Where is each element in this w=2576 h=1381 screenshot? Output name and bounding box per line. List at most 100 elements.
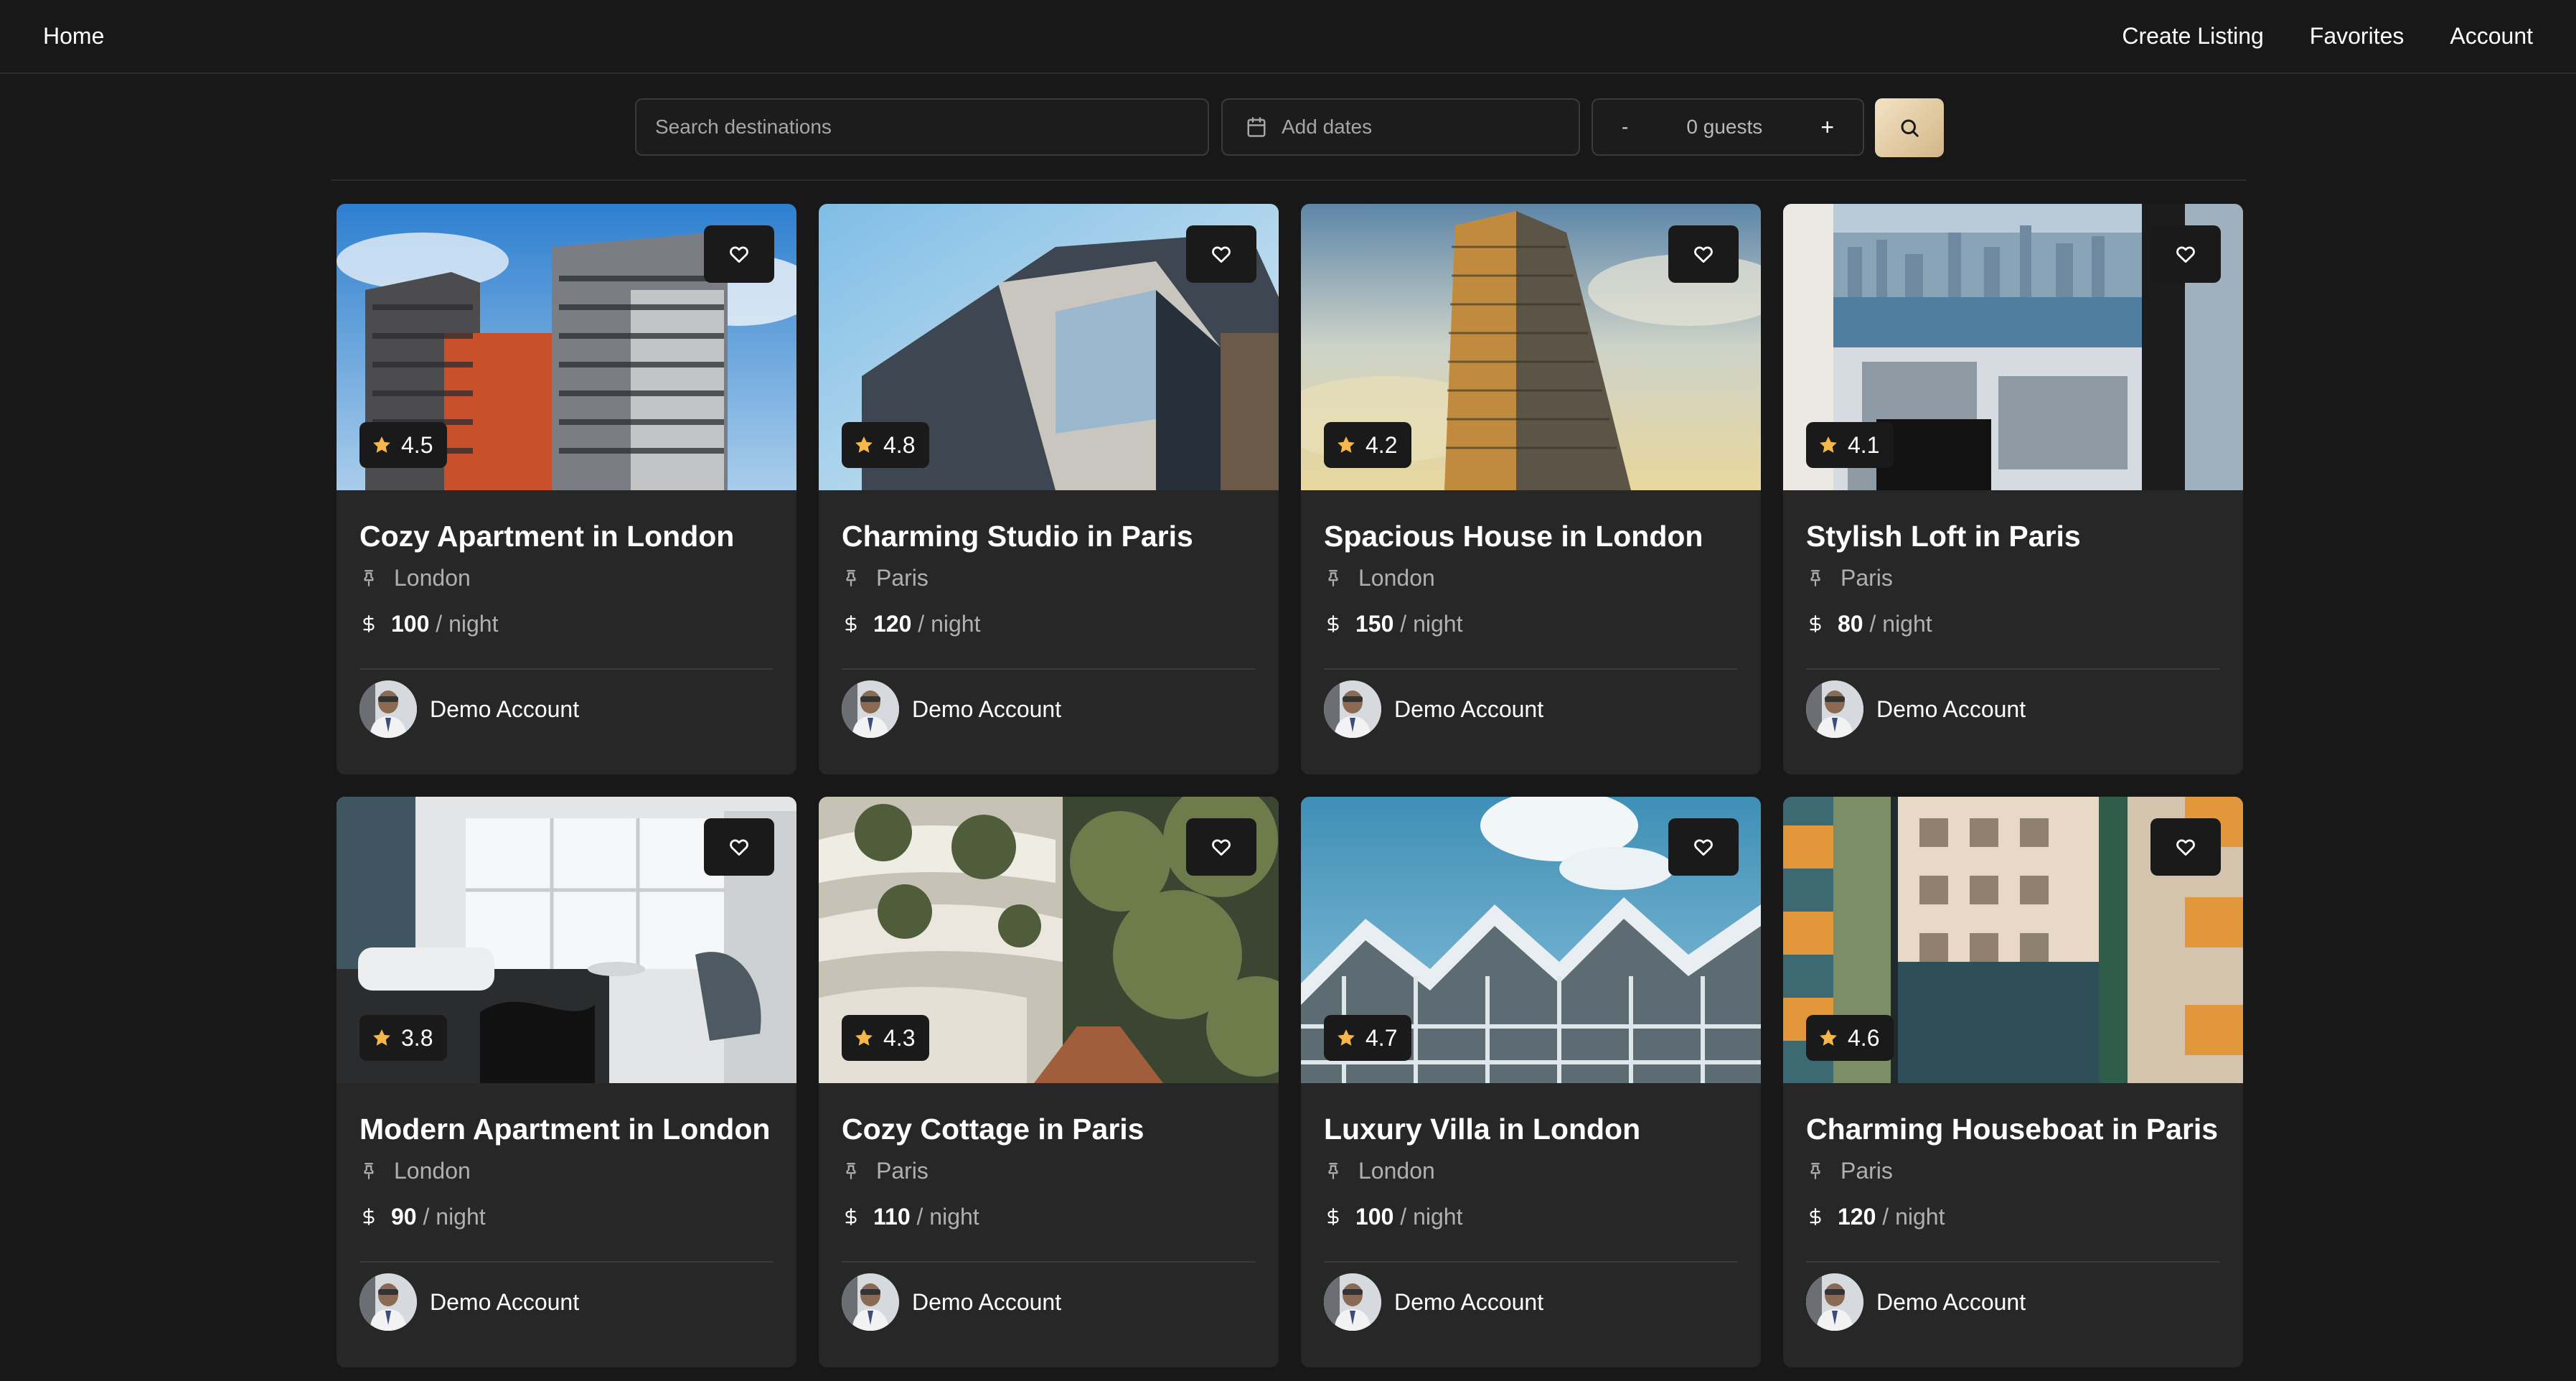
listing-location: London [1324, 1153, 1435, 1189]
listing-title[interactable]: Charming Houseboat in Paris [1806, 1113, 2218, 1146]
nav-favorites-link[interactable]: Favorites [2310, 23, 2405, 50]
star-icon [1818, 434, 1839, 456]
listing-card[interactable]: 3.8 Modern Apartment in London London 90… [337, 797, 796, 1367]
destination-search-input[interactable] [636, 116, 1208, 139]
host-info[interactable]: Demo Account [1806, 680, 2026, 738]
destination-search-field[interactable] [635, 98, 1209, 156]
host-info[interactable]: Demo Account [842, 680, 1061, 738]
nav-home-link[interactable]: Home [43, 23, 104, 50]
pin-icon [1324, 1160, 1343, 1181]
host-name: Demo Account [912, 1288, 1062, 1315]
heart-icon [2175, 243, 2196, 265]
listing-location: Paris [842, 560, 929, 596]
search-divider [332, 179, 2246, 181]
listing-card[interactable]: 4.2 Spacious House in London London 150 … [1301, 204, 1761, 774]
favorite-button[interactable] [2150, 818, 2221, 876]
search-icon [1899, 117, 1920, 139]
top-nav: Home Create Listing Favorites Account [0, 0, 2576, 74]
listing-card[interactable]: 4.8 Charming Studio in Paris Paris 120 /… [819, 204, 1279, 774]
nav-account-link[interactable]: Account [2450, 23, 2533, 50]
location-text: London [394, 564, 471, 591]
host-info[interactable]: Demo Account [359, 680, 579, 738]
host-info[interactable]: Demo Account [1324, 680, 1543, 738]
listing-price: 150 / night [1324, 606, 1462, 642]
dates-label: Add dates [1282, 116, 1373, 138]
listing-title[interactable]: Cozy Cottage in Paris [842, 1113, 1144, 1146]
favorite-button[interactable] [2150, 225, 2221, 283]
listing-title[interactable]: Modern Apartment in London [359, 1113, 770, 1146]
listing-price: 90 / night [359, 1199, 486, 1235]
guests-stepper: - 0 guests + [1592, 98, 1864, 156]
pin-icon [1324, 567, 1343, 589]
card-divider [1324, 668, 1738, 670]
dollar-icon [1806, 1206, 1825, 1227]
favorite-button[interactable] [704, 818, 774, 876]
guests-increment-button[interactable]: + [1820, 114, 1834, 141]
listing-title[interactable]: Stylish Loft in Paris [1806, 520, 2081, 553]
star-icon [1818, 1027, 1839, 1049]
host-info[interactable]: Demo Account [1324, 1273, 1543, 1331]
search-button[interactable] [1875, 98, 1944, 157]
rating-value: 4.5 [401, 431, 433, 458]
guests-count: 0 guests [1686, 116, 1763, 138]
listing-location: London [359, 560, 471, 596]
dollar-icon [1806, 613, 1825, 635]
listing-title[interactable]: Luxury Villa in London [1324, 1113, 1640, 1146]
host-info[interactable]: Demo Account [359, 1273, 579, 1331]
listing-card[interactable]: 4.7 Luxury Villa in London London 100 / … [1301, 797, 1761, 1367]
listing-title[interactable]: Cozy Apartment in London [359, 520, 734, 553]
favorite-button[interactable] [1186, 225, 1256, 283]
rating-badge: 4.5 [359, 422, 448, 468]
favorite-button[interactable] [704, 225, 774, 283]
pin-icon [359, 1160, 378, 1181]
heart-icon [1693, 836, 1714, 858]
price-value: 120 [1838, 1203, 1876, 1230]
host-avatar [842, 1273, 899, 1331]
price-unit: / night [1400, 610, 1463, 637]
dates-picker[interactable]: Add dates [1221, 98, 1580, 156]
listing-title[interactable]: Charming Studio in Paris [842, 520, 1193, 553]
listing-title[interactable]: Spacious House in London [1324, 520, 1703, 553]
calendar-icon [1246, 116, 1267, 138]
rating-badge: 4.6 [1806, 1015, 1894, 1061]
dollar-icon [1324, 1206, 1343, 1227]
listing-location: London [1324, 560, 1435, 596]
rating-value: 4.3 [883, 1024, 916, 1051]
price-value: 90 [391, 1203, 417, 1230]
nav-right-links: Create Listing Favorites Account [2122, 23, 2533, 50]
host-avatar [359, 680, 417, 738]
listing-card[interactable]: 4.6 Charming Houseboat in Paris Paris 12… [1783, 797, 2243, 1367]
price-unit: / night [918, 610, 981, 637]
star-icon [371, 434, 392, 456]
rating-badge: 4.2 [1324, 422, 1412, 468]
heart-icon [728, 836, 750, 858]
card-divider [359, 1261, 774, 1263]
dollar-icon [842, 613, 860, 635]
pin-icon [1806, 567, 1825, 589]
listing-card[interactable]: 4.3 Cozy Cottage in Paris Paris 110 / ni… [819, 797, 1279, 1367]
guests-decrement-button[interactable]: - [1622, 116, 1628, 139]
dollar-icon [359, 613, 378, 635]
listing-card[interactable]: 4.5 Cozy Apartment in London London 100 … [337, 204, 796, 774]
favorite-button[interactable] [1668, 818, 1739, 876]
listing-price: 120 / night [1806, 1199, 1945, 1235]
host-avatar [359, 1273, 417, 1331]
host-info[interactable]: Demo Account [842, 1273, 1061, 1331]
favorite-button[interactable] [1186, 818, 1256, 876]
host-info[interactable]: Demo Account [1806, 1273, 2026, 1331]
pin-icon [842, 567, 860, 589]
listing-card[interactable]: 4.1 Stylish Loft in Paris Paris 80 / nig… [1783, 204, 2243, 774]
star-icon [371, 1027, 392, 1049]
rating-value: 4.8 [883, 431, 916, 458]
dollar-icon [359, 1206, 378, 1227]
host-name: Demo Account [1394, 696, 1544, 722]
price-value: 150 [1355, 610, 1394, 637]
location-text: Paris [1841, 1157, 1893, 1184]
host-name: Demo Account [1876, 696, 2026, 722]
location-text: Paris [876, 1157, 929, 1184]
rating-badge: 4.1 [1806, 422, 1894, 468]
nav-create-listing-link[interactable]: Create Listing [2122, 23, 2263, 50]
favorite-button[interactable] [1668, 225, 1739, 283]
star-icon [1335, 434, 1357, 456]
price-unit: / night [1869, 610, 1932, 637]
